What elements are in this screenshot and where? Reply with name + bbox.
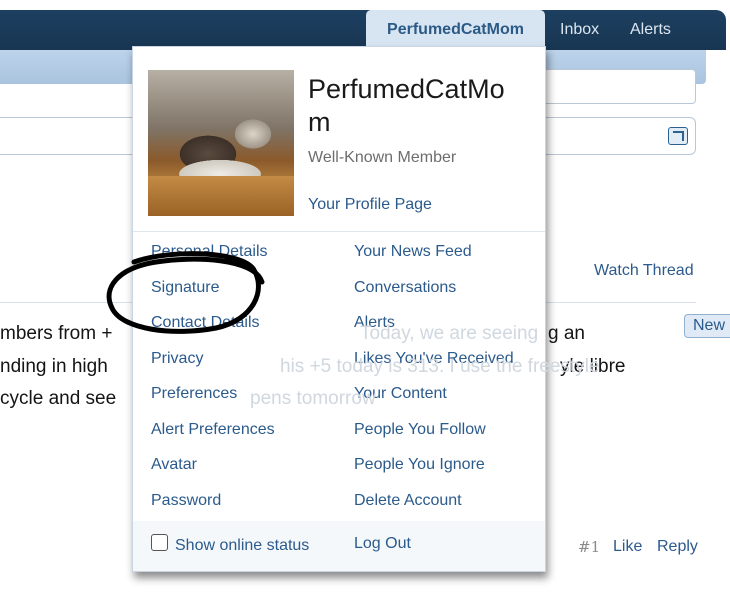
reply-link[interactable]: Reply: [657, 538, 698, 556]
top-navbar: PerfumedCatMom Inbox Alerts: [0, 10, 726, 50]
inbox-tab[interactable]: Inbox: [550, 10, 609, 50]
show-online-status-label[interactable]: Show online status: [175, 537, 309, 555]
menu-item-news-feed[interactable]: Your News Feed: [354, 243, 472, 261]
menu-item-privacy[interactable]: Privacy: [151, 350, 203, 368]
watch-thread-link[interactable]: Watch Thread: [594, 262, 694, 280]
member-title: Well-Known Member: [308, 149, 457, 166]
post-text-line: mbers from +: [0, 323, 113, 344]
search-input[interactable]: [540, 69, 696, 104]
avatar-photo-detail: [148, 176, 294, 216]
hand-drawn-circle-annotation: [106, 251, 265, 334]
username-line: m: [308, 107, 331, 137]
circle-stroke: [106, 251, 265, 334]
menu-item-people-you-follow[interactable]: People You Follow: [354, 421, 486, 439]
post-text-line: g an: [548, 323, 585, 344]
menu-divider: [133, 231, 545, 232]
post-number[interactable]: #1: [578, 538, 600, 556]
checkbox-icon[interactable]: [151, 534, 168, 551]
menu-item-conversations[interactable]: Conversations: [354, 279, 456, 297]
faded-post-text: Today, we are seeing: [360, 323, 539, 344]
menu-item-alert-preferences[interactable]: Alert Preferences: [151, 421, 275, 439]
menu-item-password[interactable]: Password: [151, 492, 221, 510]
new-badge: New: [684, 314, 730, 338]
alerts-tab[interactable]: Alerts: [620, 10, 681, 50]
avatar[interactable]: [148, 70, 294, 216]
menu-item-people-you-ignore[interactable]: People You Ignore: [354, 456, 485, 474]
menu-username: PerfumedCatMo m: [308, 73, 538, 139]
logout-link[interactable]: Log Out: [354, 535, 411, 553]
faded-post-text: pens tomorrow: [250, 388, 376, 409]
menu-item-delete-account[interactable]: Delete Account: [354, 492, 462, 510]
account-tab[interactable]: PerfumedCatMom: [366, 10, 545, 50]
post-text-line: nding in high: [0, 356, 108, 377]
faded-post-text: his +5 today is 313. I use the freestyle: [280, 356, 600, 377]
post-text-line: cycle and see: [0, 388, 117, 409]
menu-item-avatar[interactable]: Avatar: [151, 456, 197, 474]
like-link[interactable]: Like: [613, 538, 642, 556]
menu-item-preferences[interactable]: Preferences: [151, 385, 237, 403]
popout-icon[interactable]: [668, 127, 688, 145]
profile-page-link[interactable]: Your Profile Page: [308, 196, 432, 214]
username-line: PerfumedCatMo: [308, 74, 505, 104]
